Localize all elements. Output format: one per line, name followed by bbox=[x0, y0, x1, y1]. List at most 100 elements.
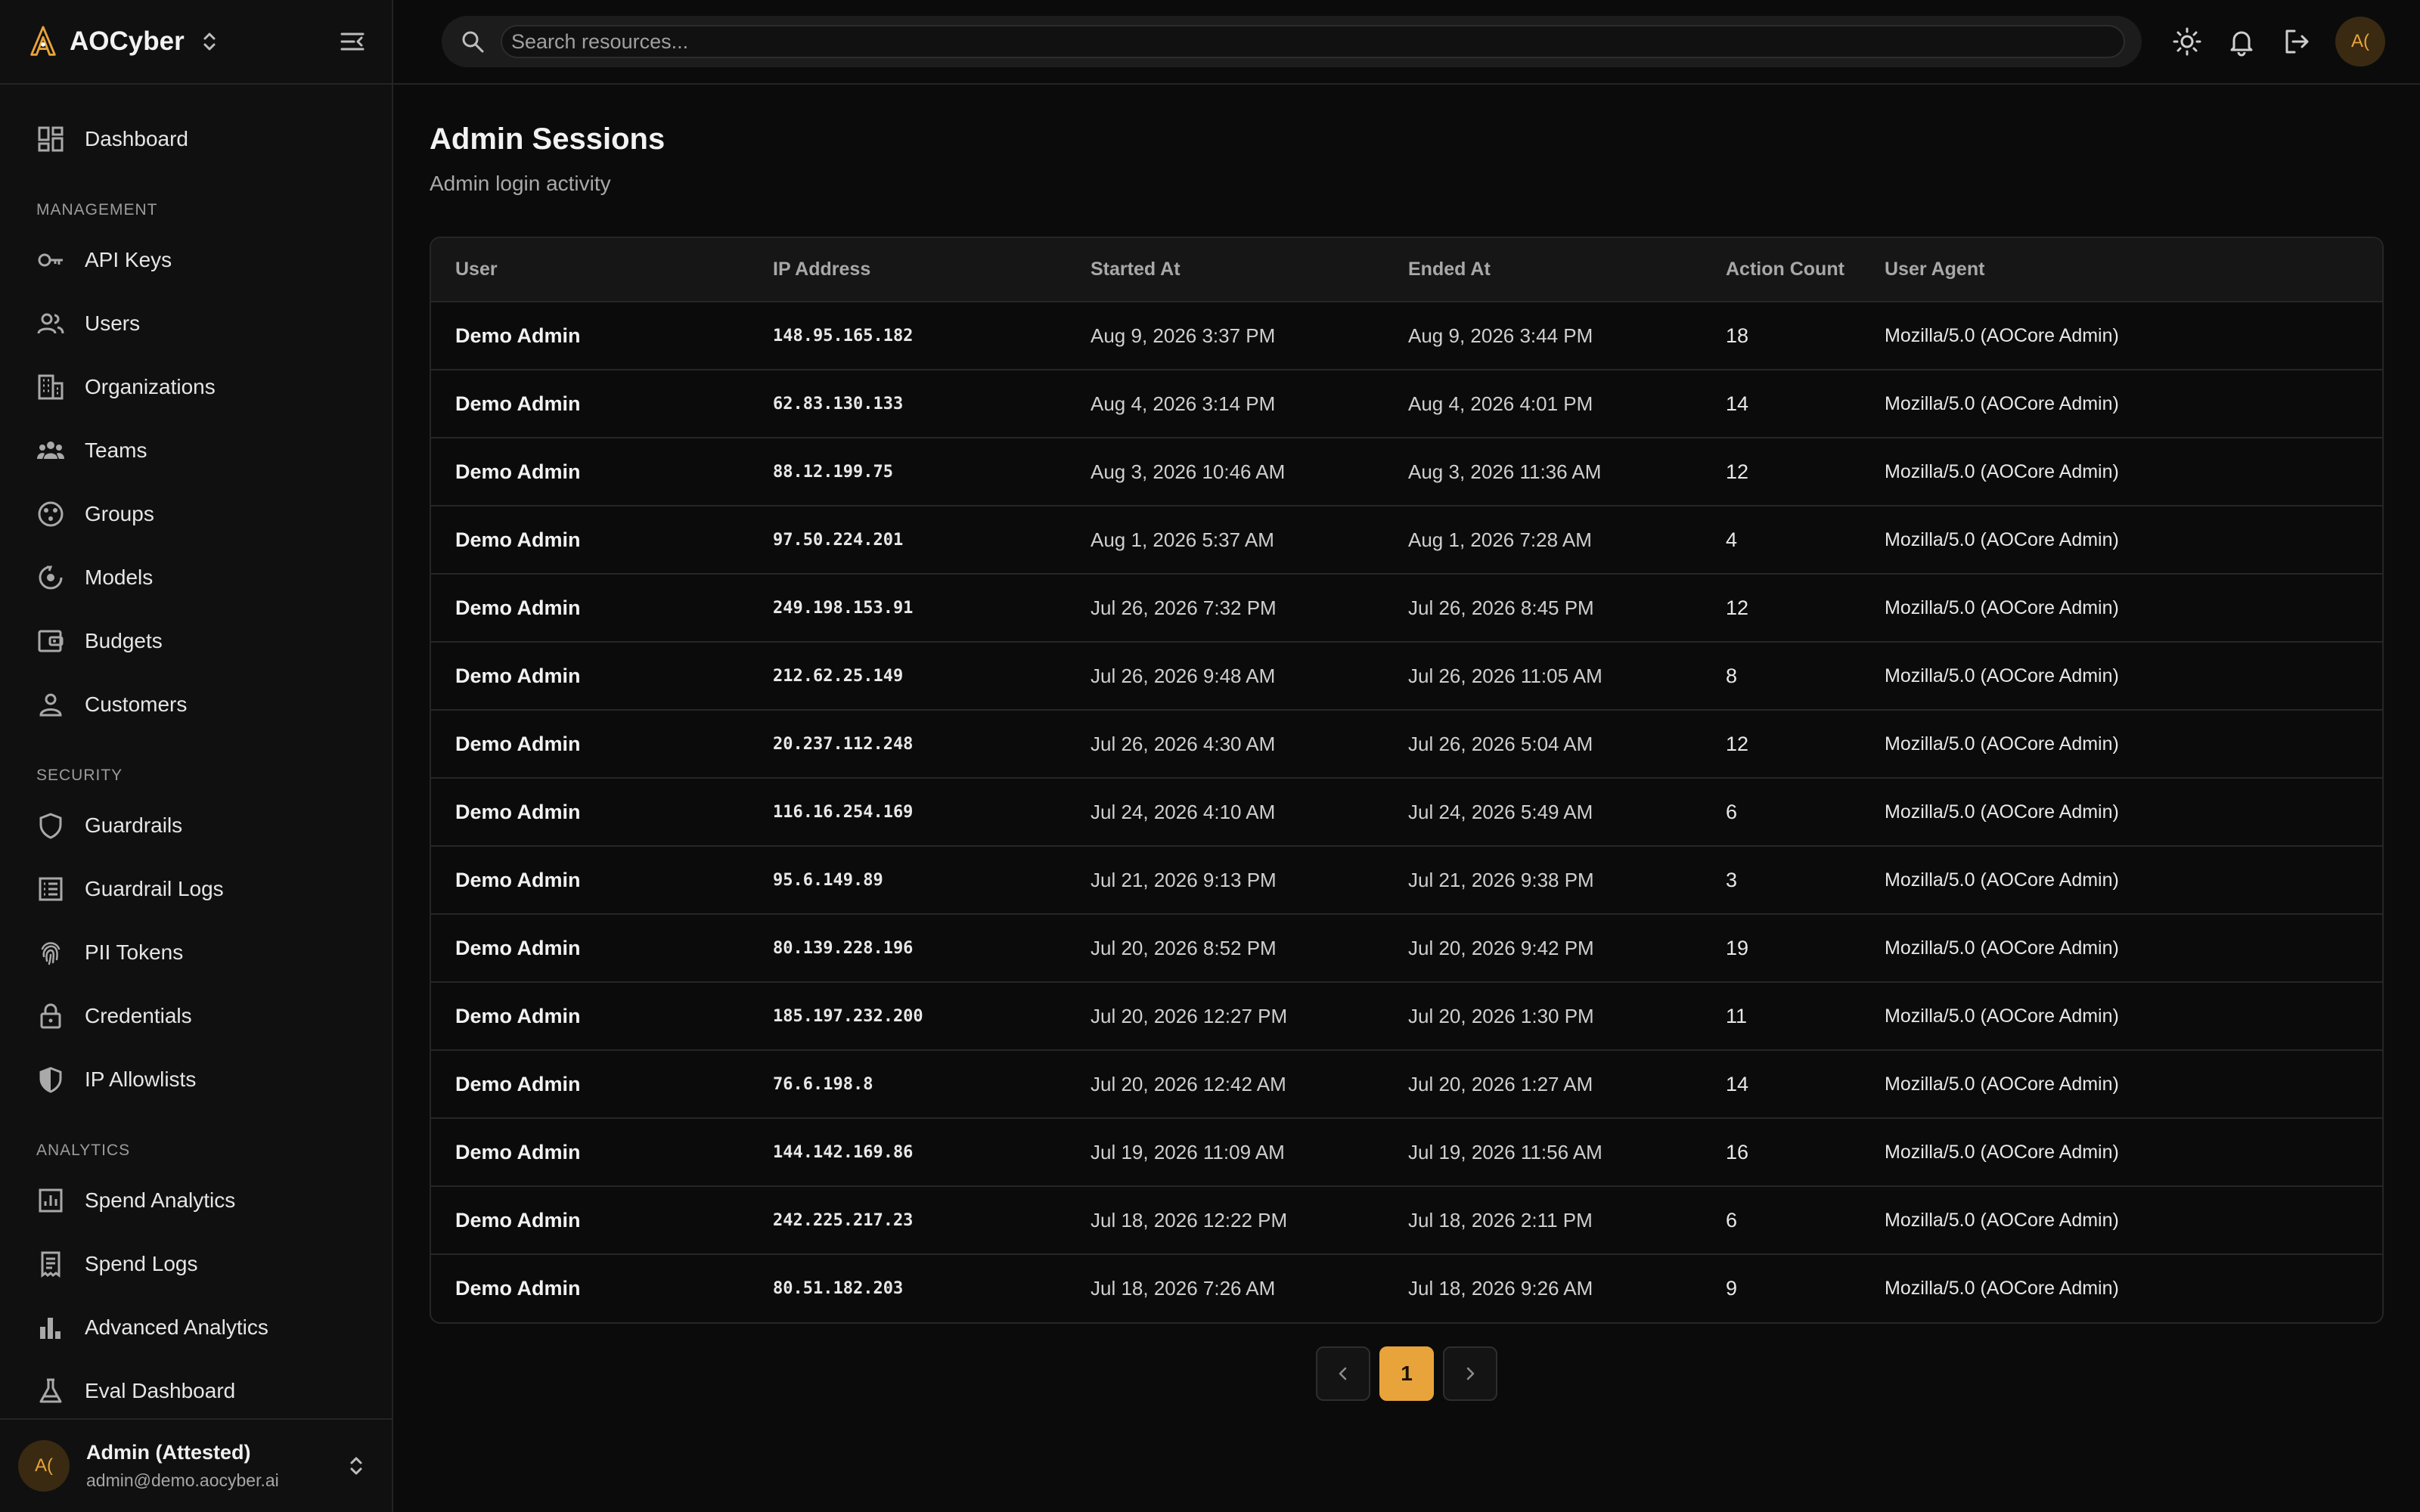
sidebar-item-budgets[interactable]: Budgets bbox=[0, 609, 392, 673]
chevron-up-down-icon[interactable] bbox=[346, 1453, 366, 1479]
cell-user-agent: Mozilla/5.0 (AOCore Admin) bbox=[1885, 324, 2119, 346]
cell-action-count: 9 bbox=[1726, 1277, 1738, 1300]
cell-started-at: Jul 20, 2026 12:27 PM bbox=[1091, 1004, 1288, 1027]
table-row[interactable]: Demo Admin 95.6.149.89 Jul 21, 2026 9:13 P… bbox=[431, 846, 2382, 914]
prev-page-button[interactable] bbox=[1316, 1346, 1370, 1401]
table-row[interactable]: Demo Admin 80.139.228.196 Jul 20, 2026 8:5… bbox=[431, 914, 2382, 982]
sidebar-item-label: IP Allowlists bbox=[85, 1067, 197, 1091]
search-bar[interactable] bbox=[442, 16, 2142, 67]
column-header-ip-address[interactable]: IP Address bbox=[749, 238, 1066, 302]
cell-ended-at: Jul 20, 2026 9:42 PM bbox=[1408, 936, 1594, 959]
page-title: Admin Sessions bbox=[430, 122, 666, 156]
table-row[interactable]: Demo Admin 148.95.165.182 Aug 9, 2026 3:37… bbox=[431, 302, 2382, 370]
user-menu[interactable]: A( Admin (Attested) admin@demo.aocyber.a… bbox=[0, 1418, 392, 1512]
topbar: A( bbox=[393, 0, 2420, 85]
page-content: Admin Sessions Admin login activity User… bbox=[393, 85, 2420, 1401]
team-icon bbox=[37, 442, 64, 459]
page-button-current[interactable]: 1 bbox=[1379, 1346, 1434, 1401]
column-header-started-at[interactable]: Started At bbox=[1066, 238, 1384, 302]
table-row[interactable]: Demo Admin 212.62.25.149 Jul 26, 2026 9:48… bbox=[431, 642, 2382, 710]
cell-user-agent: Mozilla/5.0 (AOCore Admin) bbox=[1885, 1073, 2119, 1095]
cell-ip-address: 20.237.112.248 bbox=[773, 734, 914, 754]
sidebar-item-organizations[interactable]: Organizations bbox=[0, 355, 392, 419]
cell-ip-address: 80.51.182.203 bbox=[773, 1279, 904, 1298]
sidebar-item-teams[interactable]: Teams bbox=[0, 419, 392, 482]
table-row[interactable]: Demo Admin 62.83.130.133 Aug 4, 2026 3:14 … bbox=[431, 370, 2382, 438]
sun-icon[interactable] bbox=[2172, 26, 2202, 57]
sidebar-item-models[interactable]: Models bbox=[0, 546, 392, 609]
cell-started-at: Aug 9, 2026 3:37 PM bbox=[1091, 324, 1276, 347]
cell-started-at: Jul 18, 2026 7:26 AM bbox=[1091, 1277, 1276, 1300]
column-header-action-count[interactable]: Action Count bbox=[1702, 238, 1860, 302]
table-row[interactable]: Demo Admin 76.6.198.8 Jul 20, 2026 12:42 A… bbox=[431, 1050, 2382, 1118]
cell-user: Demo Admin bbox=[455, 596, 581, 619]
table-row[interactable]: Demo Admin 144.142.169.86 Jul 19, 2026 11:… bbox=[431, 1118, 2382, 1186]
sidebar-item-label: Organizations bbox=[85, 375, 216, 398]
sidebar-item-label: Guardrail Logs bbox=[85, 877, 224, 900]
table-row[interactable]: Demo Admin 116.16.254.169 Jul 24, 2026 4:1… bbox=[431, 778, 2382, 846]
next-page-button[interactable] bbox=[1443, 1346, 1497, 1401]
table-row[interactable]: Demo Admin 20.237.112.248 Jul 26, 2026 4:3… bbox=[431, 710, 2382, 778]
sidebar-item-groups[interactable]: Groups bbox=[0, 482, 392, 546]
cell-action-count: 4 bbox=[1726, 528, 1738, 551]
search-input[interactable] bbox=[501, 25, 2125, 58]
section-label-management: MANAGEMENT bbox=[36, 201, 158, 218]
cell-action-count: 19 bbox=[1726, 936, 1749, 959]
sidebar-item-label: Advanced Analytics bbox=[85, 1315, 268, 1339]
avatar: A( bbox=[18, 1440, 70, 1492]
column-header-user-agent[interactable]: User Agent bbox=[1860, 238, 2382, 302]
sidebar-item-pii-tokens[interactable]: PII Tokens bbox=[0, 921, 392, 984]
sidebar-item-label: Users bbox=[85, 311, 141, 335]
sidebar-item-api-keys[interactable]: API Keys bbox=[0, 228, 392, 292]
column-header-ended-at[interactable]: Ended At bbox=[1384, 238, 1702, 302]
bell-icon[interactable] bbox=[2226, 26, 2257, 57]
table-row[interactable]: Demo Admin 185.197.232.200 Jul 20, 2026 12… bbox=[431, 982, 2382, 1050]
bar-chart-icon bbox=[40, 1318, 60, 1339]
sidebar-item-guardrail-logs[interactable]: Guardrail Logs bbox=[0, 857, 392, 921]
table-row[interactable]: Demo Admin 88.12.199.75 Aug 3, 2026 10:46 … bbox=[431, 438, 2382, 506]
table-row[interactable]: Demo Admin 80.51.182.203 Jul 18, 2026 7:26… bbox=[431, 1254, 2382, 1322]
sidebar-item-ip-allowlists[interactable]: IP Allowlists bbox=[0, 1048, 392, 1111]
search-icon bbox=[462, 31, 484, 53]
aocyber-logo-icon bbox=[30, 26, 56, 56]
receipt-icon bbox=[41, 1251, 60, 1278]
header-avatar[interactable]: A( bbox=[2335, 17, 2385, 67]
cell-user: Demo Admin bbox=[455, 1140, 581, 1163]
sidebar-item-credentials[interactable]: Credentials bbox=[0, 984, 392, 1048]
cell-ip-address: 144.142.169.86 bbox=[773, 1142, 914, 1162]
sidebar-item-spend-logs[interactable]: Spend Logs bbox=[0, 1232, 392, 1296]
table-row[interactable]: Demo Admin 242.225.217.23 Jul 18, 2026 12:… bbox=[431, 1186, 2382, 1254]
brand-name: AOCyber bbox=[70, 26, 185, 56]
cell-user-agent: Mozilla/5.0 (AOCore Admin) bbox=[1885, 1141, 2119, 1163]
cell-user-agent: Mozilla/5.0 (AOCore Admin) bbox=[1885, 869, 2119, 891]
cell-ended-at: Jul 19, 2026 11:56 AM bbox=[1408, 1140, 1602, 1163]
cell-started-at: Jul 18, 2026 12:22 PM bbox=[1091, 1208, 1288, 1232]
sidebar-item-label: Credentials bbox=[85, 1004, 192, 1027]
table-row[interactable]: Demo Admin 97.50.224.201 Aug 1, 2026 5:37 … bbox=[431, 506, 2382, 574]
sidebar-item-customers[interactable]: Customers bbox=[0, 673, 392, 736]
sidebar-item-users[interactable]: Users bbox=[0, 292, 392, 355]
cell-user-agent: Mozilla/5.0 (AOCore Admin) bbox=[1885, 665, 2119, 686]
sidebar-item-label: Groups bbox=[85, 502, 154, 525]
cell-started-at: Jul 26, 2026 7:32 PM bbox=[1091, 596, 1277, 619]
table-row[interactable]: Demo Admin 249.198.153.91 Jul 26, 2026 7:3… bbox=[431, 574, 2382, 642]
cell-user: Demo Admin bbox=[455, 1277, 581, 1300]
sidebar-item-advanced-analytics[interactable]: Advanced Analytics bbox=[0, 1296, 392, 1359]
column-header-user[interactable]: User bbox=[431, 238, 749, 302]
collapse-sidebar-icon[interactable] bbox=[337, 26, 368, 57]
sidebar-item-guardrails[interactable]: Guardrails bbox=[0, 794, 392, 857]
cell-user-agent: Mozilla/5.0 (AOCore Admin) bbox=[1885, 528, 2119, 550]
sidebar-item-eval-dashboard[interactable]: Eval Dashboard bbox=[0, 1359, 392, 1423]
cell-action-count: 12 bbox=[1726, 460, 1749, 483]
cell-ended-at: Jul 26, 2026 8:45 PM bbox=[1408, 596, 1594, 619]
sidebar-item-spend-analytics[interactable]: Spend Analytics bbox=[0, 1169, 392, 1232]
sidebar-item-label: Eval Dashboard bbox=[85, 1379, 236, 1402]
cell-user: Demo Admin bbox=[455, 936, 581, 959]
sidebar-item-label: Teams bbox=[85, 438, 147, 462]
sidebar-item-dashboard[interactable]: Dashboard bbox=[0, 107, 392, 171]
logout-icon[interactable] bbox=[2281, 26, 2311, 57]
chevron-up-down-icon[interactable] bbox=[200, 29, 219, 54]
cell-started-at: Aug 1, 2026 5:37 AM bbox=[1091, 528, 1274, 551]
cell-ended-at: Jul 26, 2026 5:04 AM bbox=[1408, 732, 1593, 755]
table-header: User IP Address Started At Ended At Acti… bbox=[431, 238, 2382, 302]
